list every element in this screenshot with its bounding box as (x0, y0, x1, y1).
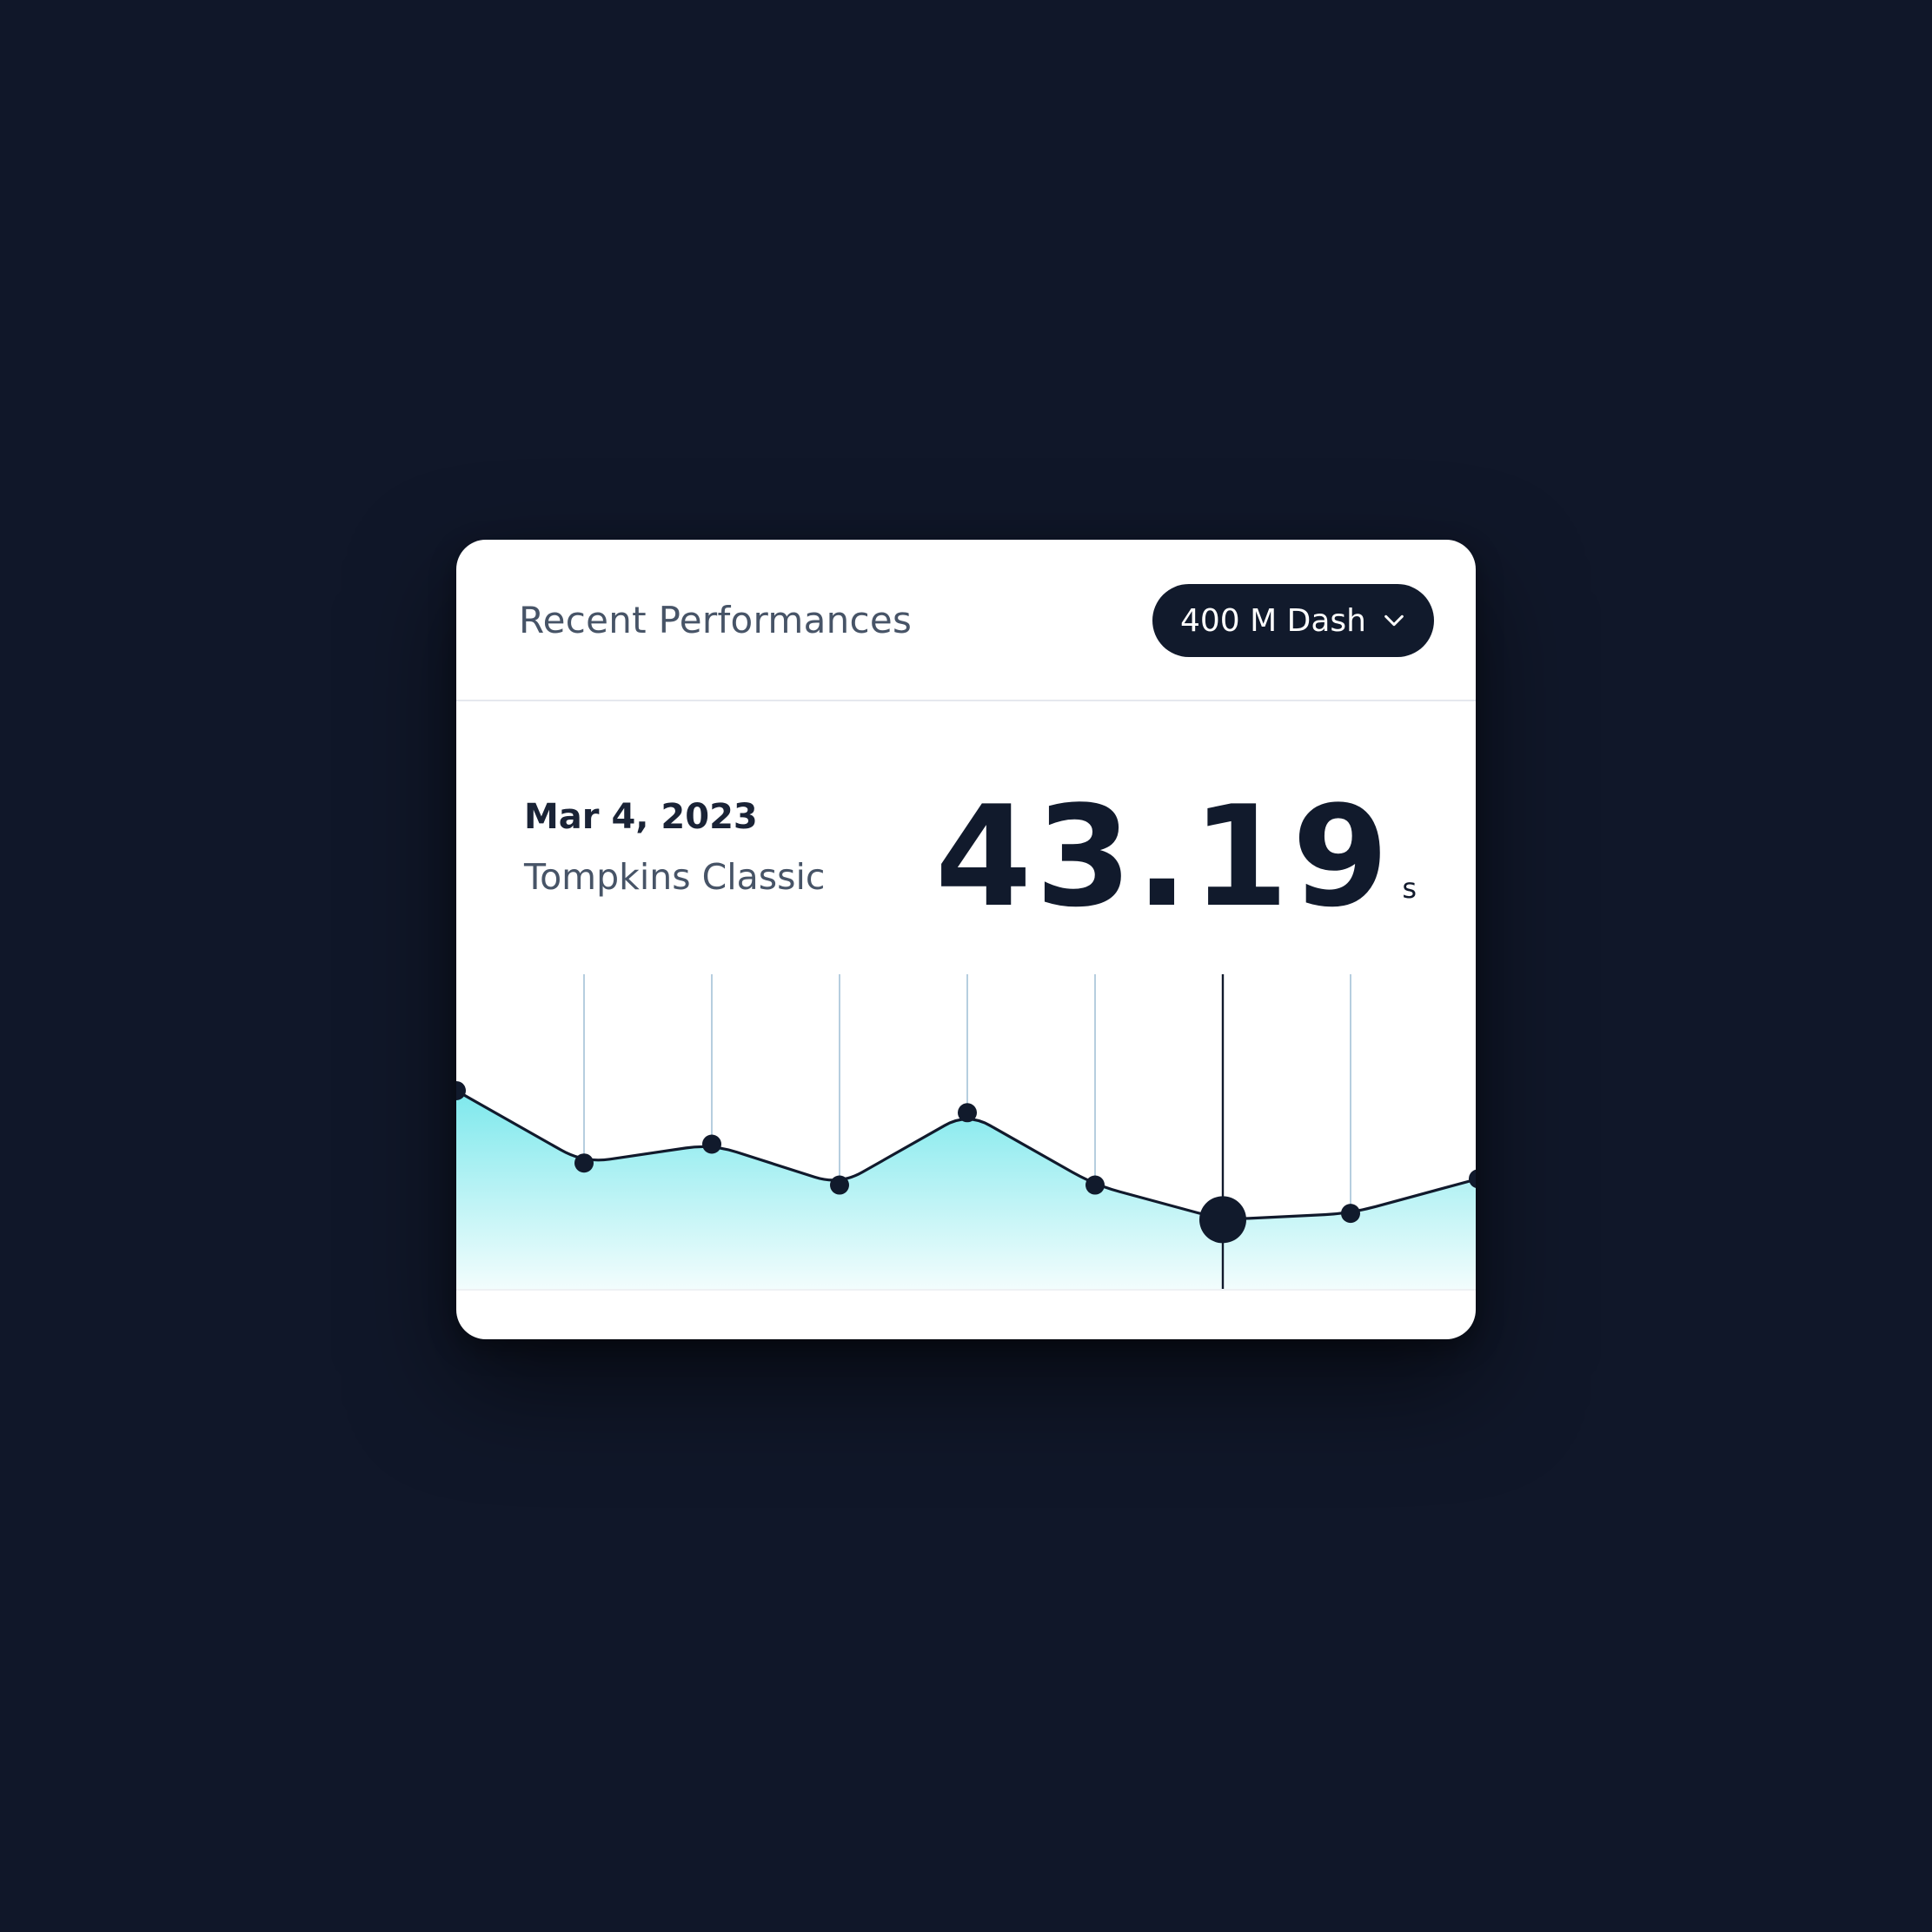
chart-point[interactable] (1086, 1175, 1105, 1195)
event-dropdown-label: 400 M Dash (1179, 602, 1366, 639)
chart-point[interactable] (958, 1103, 977, 1123)
performance-time-unit: s (1402, 872, 1417, 905)
performance-time: 43.19 (934, 775, 1392, 938)
performance-chart[interactable] (456, 974, 1476, 1294)
chart-point[interactable] (574, 1153, 594, 1173)
performance-chart-svg (456, 974, 1476, 1291)
performance-date: Mar 4, 2023 (524, 797, 758, 837)
chart-point[interactable] (830, 1175, 849, 1195)
chart-point-selected[interactable] (1199, 1196, 1246, 1244)
card-header: Recent Performances 400 M Dash (456, 540, 1476, 701)
card-title: Recent Performances (519, 599, 913, 641)
event-dropdown[interactable]: 400 M Dash (1152, 584, 1434, 657)
chart-point[interactable] (1341, 1204, 1360, 1224)
performance-card: Recent Performances 400 M Dash Mar 4, 20… (456, 540, 1476, 1339)
performance-meet-name: Tompkins Classic (524, 856, 826, 898)
chevron-down-icon (1384, 614, 1404, 627)
chart-point[interactable] (702, 1134, 721, 1154)
